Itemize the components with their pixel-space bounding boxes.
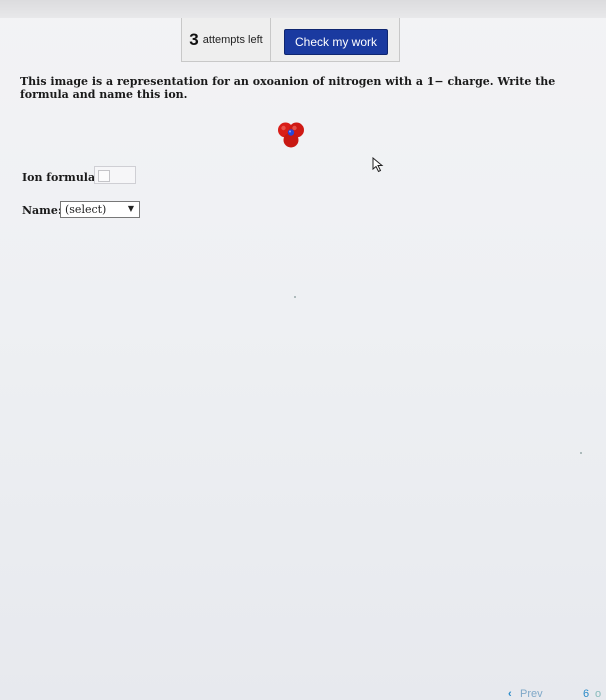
page-of-fragment: o: [595, 688, 602, 700]
ion-formula-input[interactable]: [94, 166, 136, 184]
name-label: Name:: [22, 204, 62, 217]
screen-speck: [294, 296, 296, 298]
screen-speck: [580, 452, 582, 454]
attempts-indicator: 3 attempts left: [182, 18, 271, 61]
prev-link[interactable]: Prev: [520, 688, 543, 700]
name-select[interactable]: (select) ▼: [60, 201, 140, 218]
formula-entry-box[interactable]: [98, 170, 110, 182]
control-bar: 3 attempts left Check my work: [181, 18, 400, 62]
chevron-left-icon[interactable]: ‹: [508, 688, 512, 700]
check-my-work-button[interactable]: Check my work: [284, 29, 388, 55]
attempts-count: 3: [189, 29, 199, 49]
question-text: This image is a representation for an ox…: [20, 75, 556, 101]
pagination: ‹ Prev 6 o: [500, 688, 606, 700]
screen: 3 attempts left Check my work This image…: [0, 0, 606, 700]
nitrogen-atom: [287, 129, 295, 136]
chevron-down-icon: ▼: [127, 204, 134, 213]
top-strip: [0, 0, 606, 18]
page-number[interactable]: 6: [583, 688, 589, 700]
ion-formula-label: Ion formula:: [22, 171, 100, 184]
mouse-cursor-icon: [372, 157, 384, 173]
attempts-label: attempts left: [202, 33, 263, 46]
name-select-value: (select): [65, 203, 107, 216]
ion-model-icon: [278, 122, 304, 148]
